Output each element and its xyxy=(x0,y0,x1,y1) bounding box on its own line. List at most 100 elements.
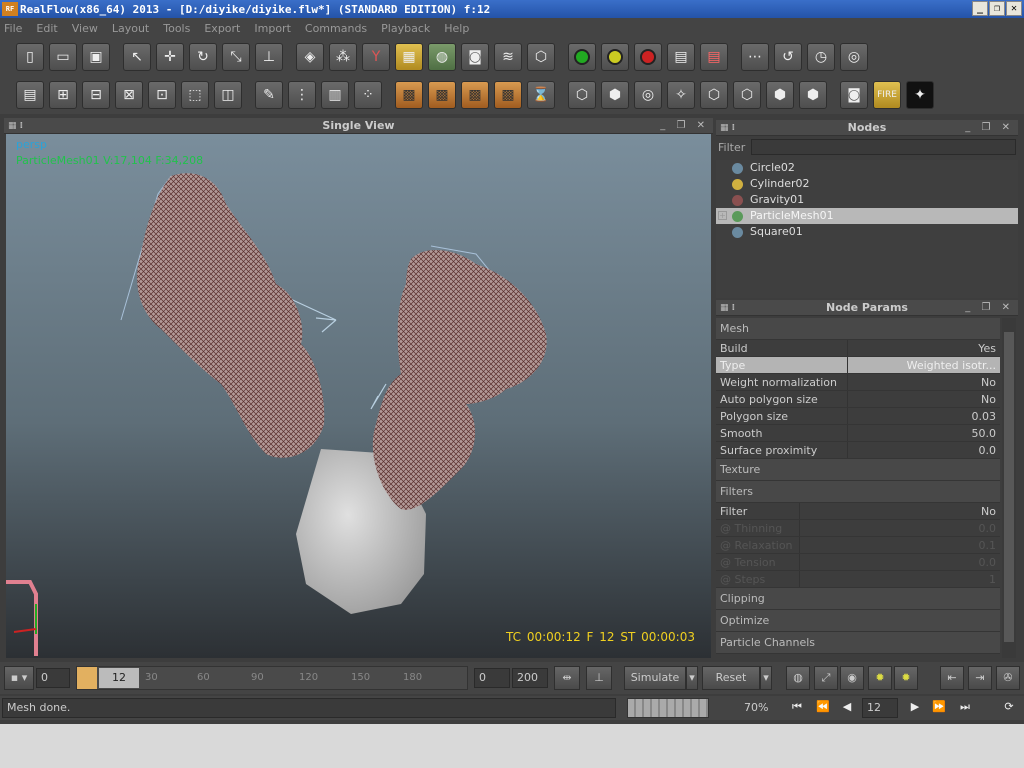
menu-layout[interactable]: Layout xyxy=(112,22,149,35)
timer-icon[interactable]: ◷ xyxy=(807,43,835,71)
menu-commands[interactable]: Commands xyxy=(305,22,367,35)
filter-input[interactable] xyxy=(751,139,1016,155)
key-next-icon[interactable]: ⇥ xyxy=(968,666,992,690)
range-start-field[interactable]: 0 xyxy=(474,668,510,688)
relationship-icon[interactable]: ⋮ xyxy=(288,81,316,109)
go-start-icon[interactable]: ⏮ xyxy=(786,700,808,716)
scale-tool-icon[interactable]: ⤡ xyxy=(222,43,250,71)
add-camera-icon[interactable]: ◙ xyxy=(461,43,489,71)
axis-icon[interactable]: ⊥ xyxy=(255,43,283,71)
menu-export[interactable]: Export xyxy=(204,22,240,35)
fire-icon[interactable]: FIRE xyxy=(873,81,901,109)
globe-icon[interactable]: ◍ xyxy=(786,666,810,690)
script-icon[interactable]: ✎ xyxy=(255,81,283,109)
add-wave-icon[interactable]: ≋ xyxy=(494,43,522,71)
preview-3-icon[interactable]: ▩ xyxy=(461,81,489,109)
export-red-icon[interactable]: ▤ xyxy=(700,43,728,71)
restore-button[interactable]: ❐ xyxy=(989,1,1005,16)
open-scene-icon[interactable]: ▭ xyxy=(49,43,77,71)
shade-mode-1-icon[interactable]: ⬡ xyxy=(700,81,728,109)
layer-5-icon[interactable]: ⊡ xyxy=(148,81,176,109)
shade-mode-3-icon[interactable]: ⬢ xyxy=(766,81,794,109)
cube-view-icon[interactable]: ⬚ xyxy=(181,81,209,109)
select-tool-icon[interactable]: ↖ xyxy=(123,43,151,71)
simulate-button[interactable]: Simulate xyxy=(624,666,686,690)
add-mesh-icon[interactable]: ◍ xyxy=(428,43,456,71)
reset-button[interactable]: Reset xyxy=(702,666,760,690)
graph-editor-icon[interactable]: ⤢ xyxy=(814,666,838,690)
step-back-icon[interactable]: ⏪ xyxy=(812,700,834,716)
add-gravity-icon[interactable]: Y xyxy=(362,43,390,71)
timeline-menu-button[interactable]: ▪ ▾ xyxy=(4,666,34,690)
save-scene-icon[interactable]: ▣ xyxy=(82,43,110,71)
red-status-icon[interactable] xyxy=(634,43,662,71)
param-row[interactable]: Smooth 50.0 xyxy=(716,425,1000,442)
hourglass-icon[interactable]: ⌛ xyxy=(527,81,555,109)
graph-icon[interactable]: ↺ xyxy=(774,43,802,71)
dark-render-icon[interactable]: ✦ xyxy=(906,81,934,109)
playhead-marker[interactable] xyxy=(77,667,97,689)
render-icon[interactable]: ◙ xyxy=(840,81,868,109)
menu-tools[interactable]: Tools xyxy=(163,22,190,35)
menu-playback[interactable]: Playback xyxy=(381,22,430,35)
simulate-dropdown-icon[interactable]: ▾ xyxy=(686,666,698,690)
particles-icon[interactable]: ⁘ xyxy=(354,81,382,109)
select-mode-3-icon[interactable]: ◎ xyxy=(634,81,662,109)
move-tool-icon[interactable]: ✛ xyxy=(156,43,184,71)
shade-mode-4-icon[interactable]: ⬢ xyxy=(799,81,827,109)
play-back-icon[interactable]: ◀ xyxy=(836,700,858,716)
scrollbar-thumb[interactable] xyxy=(1004,332,1014,642)
node-item-particlemesh01[interactable]: + ParticleMesh01 xyxy=(716,208,1018,224)
menu-help[interactable]: Help xyxy=(444,22,469,35)
minimize-button[interactable]: _ xyxy=(972,1,988,16)
current-frame-box[interactable]: 12 xyxy=(99,668,139,688)
export-green-icon[interactable]: ▤ xyxy=(667,43,695,71)
section-clipping[interactable]: Clipping xyxy=(716,588,1000,610)
step-forward-icon[interactable]: ⏩ xyxy=(928,700,950,716)
wrench-icon[interactable]: ✇ xyxy=(996,666,1020,690)
section-texture[interactable]: Texture xyxy=(716,459,1000,481)
preview-4-icon[interactable]: ▩ xyxy=(494,81,522,109)
timeline-ruler[interactable]: 12 30 60 90 120 150 180 xyxy=(76,666,468,690)
param-row[interactable]: Surface proximity 0.0 xyxy=(716,442,1000,459)
cube-wire-icon[interactable]: ◫ xyxy=(214,81,242,109)
notes-icon[interactable]: ▥ xyxy=(321,81,349,109)
gear-yellow-2-icon[interactable]: ✹ xyxy=(894,666,918,690)
param-row[interactable]: Weight normalization No xyxy=(716,374,1000,391)
yellow-status-icon[interactable] xyxy=(601,43,629,71)
add-daemon-icon[interactable]: ⁂ xyxy=(329,43,357,71)
param-row[interactable]: Build Yes xyxy=(716,340,1000,357)
shade-mode-2-icon[interactable]: ⬡ xyxy=(733,81,761,109)
section-mesh[interactable]: Mesh xyxy=(716,318,1000,340)
layer-4-icon[interactable]: ⊠ xyxy=(115,81,143,109)
range-end-field[interactable]: 200 xyxy=(512,668,548,688)
add-object-icon[interactable]: ▦ xyxy=(395,43,423,71)
frame-field[interactable]: 12 xyxy=(862,698,898,718)
node-item-gravity01[interactable]: Gravity01 xyxy=(716,192,1018,208)
menu-view[interactable]: View xyxy=(72,22,98,35)
select-mode-1-icon[interactable]: ⬡ xyxy=(568,81,596,109)
visibility-icon[interactable]: ◉ xyxy=(840,666,864,690)
param-row[interactable]: Type Weighted isotr... xyxy=(716,357,1000,374)
expand-icon[interactable]: + xyxy=(718,211,727,220)
gear-yellow-icon[interactable]: ✹ xyxy=(868,666,892,690)
add-emitter-icon[interactable]: ◈ xyxy=(296,43,324,71)
key-prev-icon[interactable]: ⇤ xyxy=(940,666,964,690)
panel-controls-icon[interactable]: _ ❐ ✕ xyxy=(965,120,1014,136)
panel-controls-icon[interactable]: _ ❐ ✕ xyxy=(660,118,709,134)
section-optimize[interactable]: Optimize xyxy=(716,610,1000,632)
layer-3-icon[interactable]: ⊟ xyxy=(82,81,110,109)
select-mode-2-icon[interactable]: ⬢ xyxy=(601,81,629,109)
menu-file[interactable]: File xyxy=(4,22,22,35)
range-fit-icon[interactable]: ⇹ xyxy=(554,666,580,690)
menu-edit[interactable]: Edit xyxy=(36,22,57,35)
select-mode-4-icon[interactable]: ✧ xyxy=(667,81,695,109)
close-button[interactable]: ✕ xyxy=(1006,1,1022,16)
start-frame-field[interactable]: 0 xyxy=(36,668,70,688)
new-scene-icon[interactable]: ▯ xyxy=(16,43,44,71)
section-particle-channels[interactable]: Particle Channels xyxy=(716,632,1000,654)
play-forward-icon[interactable]: ▶ xyxy=(904,700,926,716)
param-row[interactable]: Filter No xyxy=(716,503,1000,520)
layer-1-icon[interactable]: ▤ xyxy=(16,81,44,109)
param-row[interactable]: Polygon size 0.03 xyxy=(716,408,1000,425)
